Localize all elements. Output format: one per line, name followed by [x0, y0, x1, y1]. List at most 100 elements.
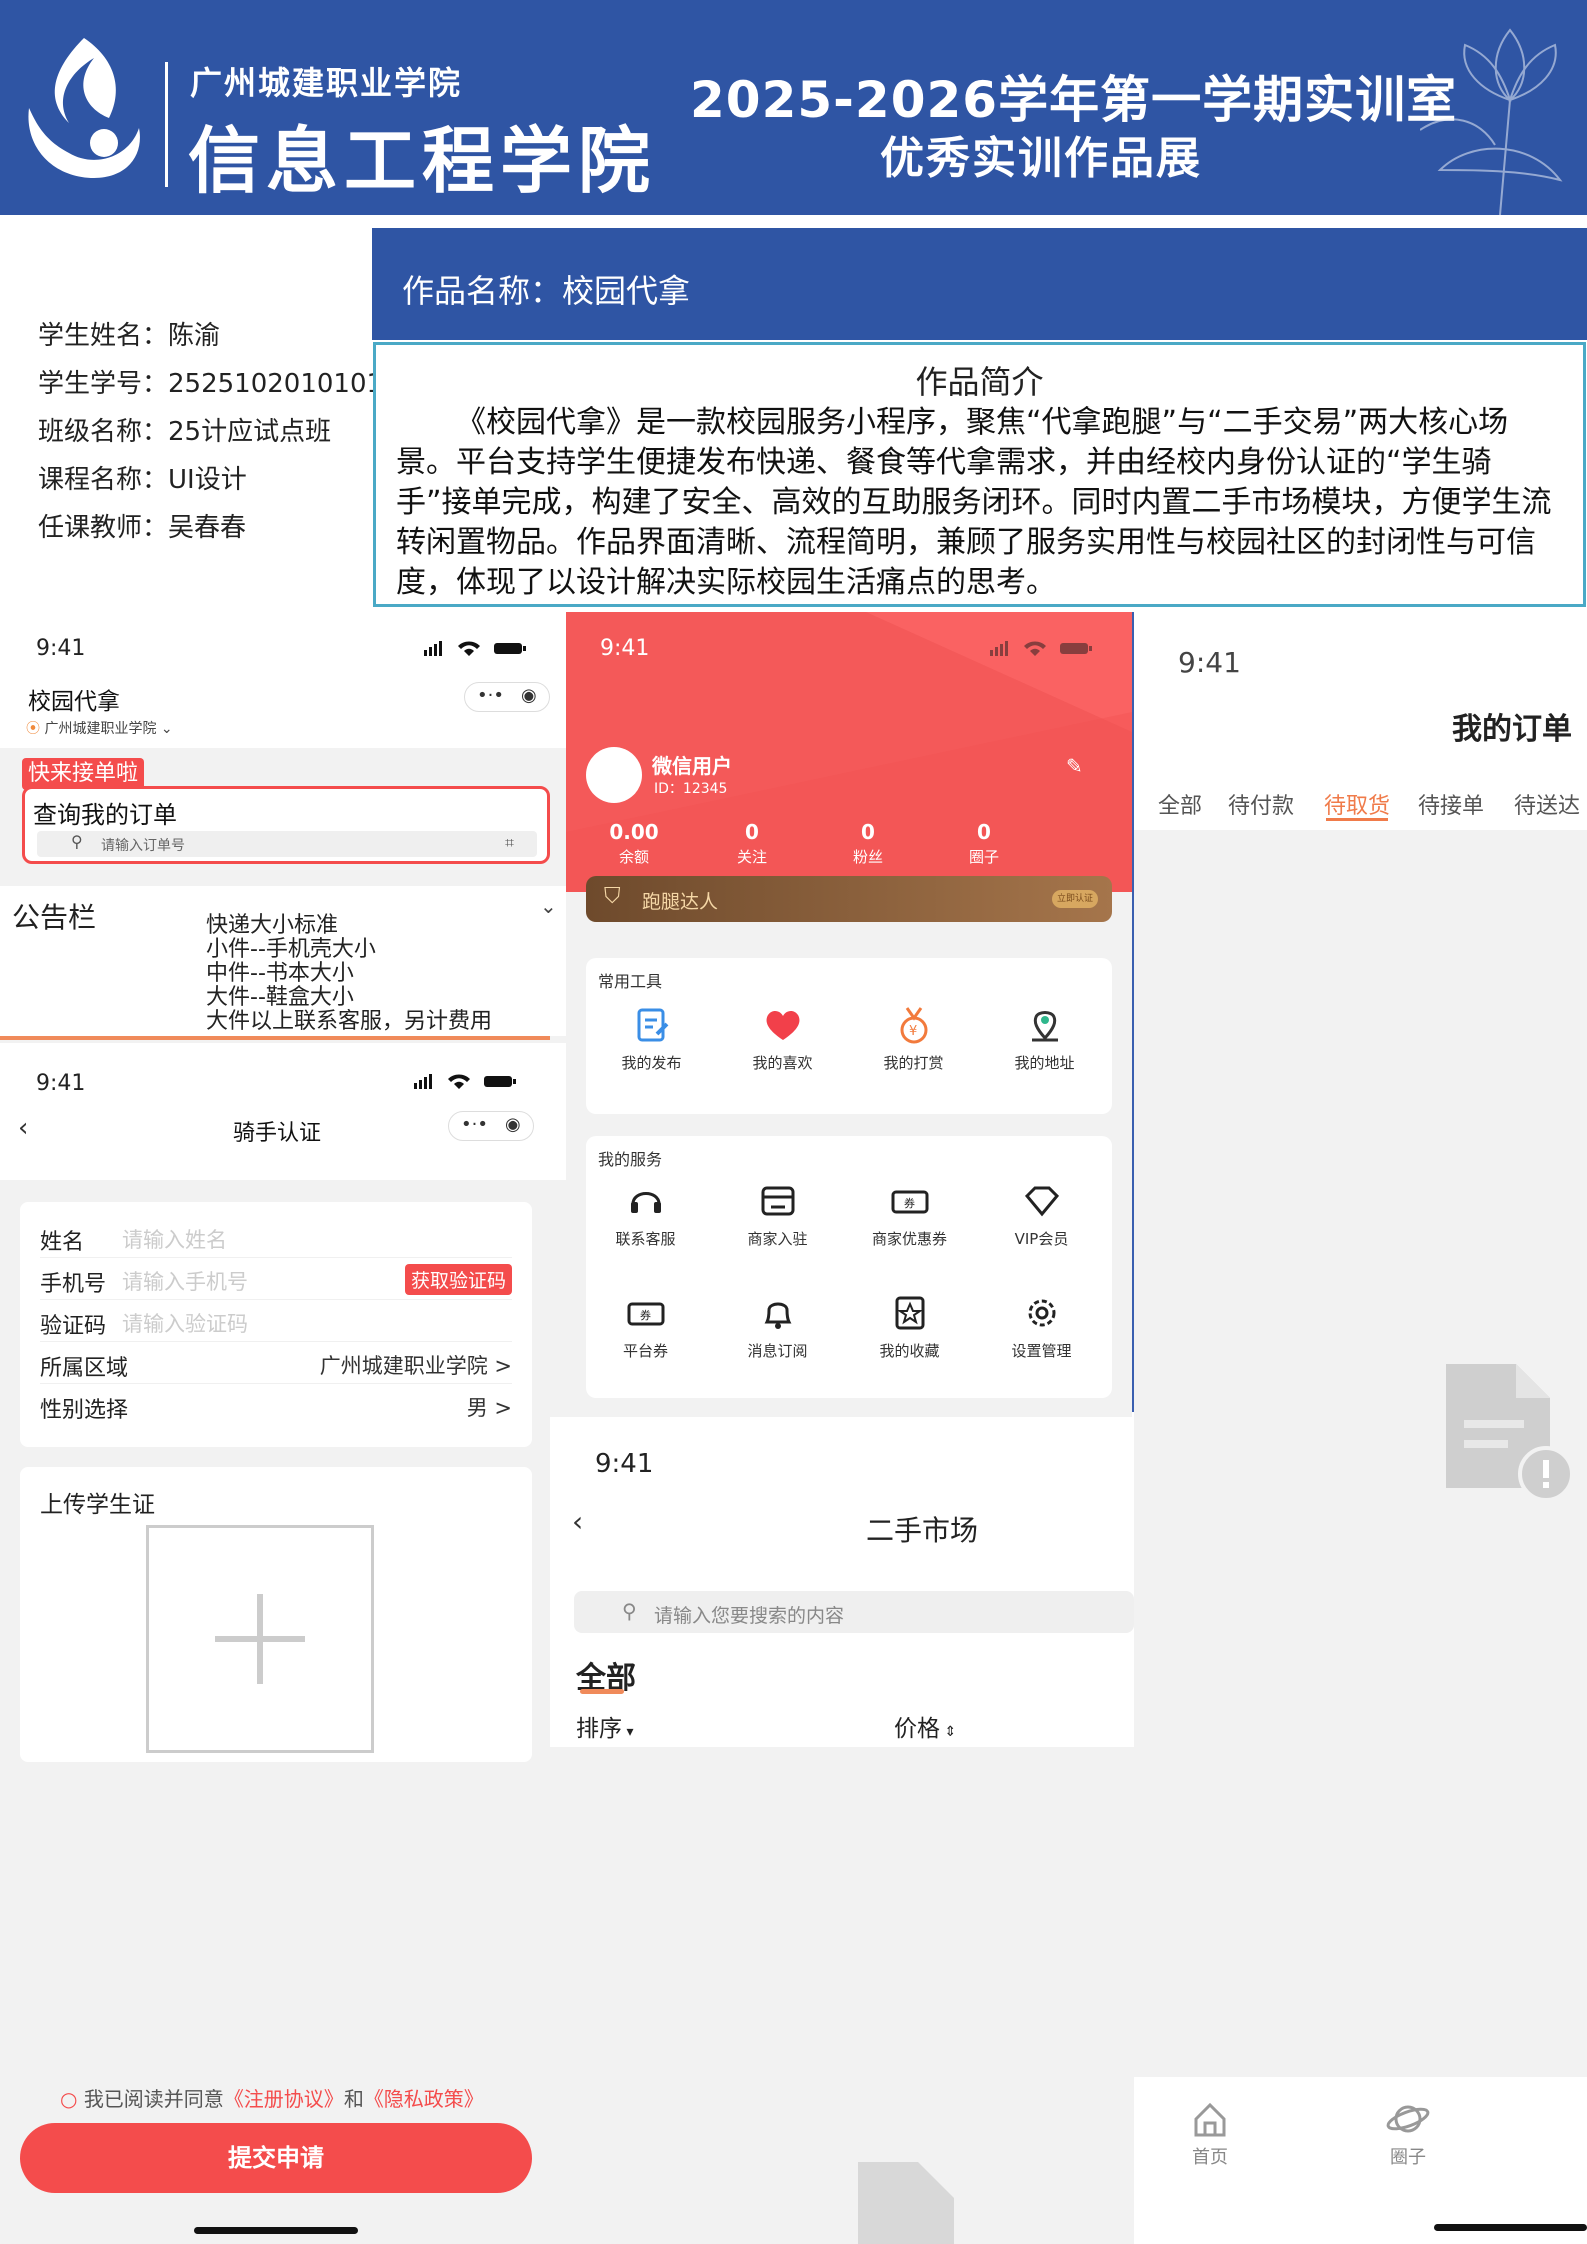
market-screen: 9:41 ‹ 二手市场 ⚲ 请输入您要搜索的内容 全部 排序 ▾ 价格 ⇕ — [550, 1417, 1134, 2244]
scan-icon[interactable]: ⌗ — [505, 833, 514, 853]
status-time: 9:41 — [1178, 646, 1241, 679]
service-label: 联系客服 — [615, 1230, 676, 1248]
notice-line: 大件以上联系客服，另计费用 — [206, 1009, 493, 1034]
location-icon — [1031, 1011, 1058, 1042]
tab-all[interactable]: 全部 — [1158, 788, 1202, 820]
tab-pending-payment[interactable]: 待付款 — [1228, 788, 1294, 820]
following-label: 关注 — [736, 848, 767, 866]
service-vip[interactable]: VIP会员 — [976, 1180, 1107, 1249]
tab-bar: 首页 圈子 — [1134, 2077, 1587, 2244]
notice-title: 公告栏 — [12, 901, 97, 934]
work-title: 作品名称：校园代拿 — [402, 272, 691, 310]
location-selector[interactable]: ⦿ 广州城建职业学院 ⌄ — [26, 718, 173, 738]
agree-radio-icon[interactable]: ○ — [60, 2087, 77, 2111]
name-field[interactable]: 姓名 请输入姓名 — [40, 1216, 512, 1258]
balance-label: 余额 — [618, 848, 649, 866]
tool-label: 我的地址 — [1014, 1054, 1075, 1072]
tool-label: 我的喜欢 — [752, 1054, 813, 1072]
exhibition-subtitle: 优秀实训作品展 — [880, 133, 1202, 184]
avatar[interactable] — [586, 747, 642, 803]
plus-icon — [215, 1594, 305, 1684]
tabbar-label: 圈子 — [1390, 2147, 1426, 2168]
service-merchant-coupon[interactable]: 券 商家优惠券 — [844, 1180, 975, 1249]
region-field[interactable]: 所属区域 广州城建职业学院 > — [40, 1342, 512, 1384]
code-field[interactable]: 验证码 请输入验证码 — [40, 1300, 512, 1342]
sort-label: 排序 — [576, 1716, 622, 1742]
tool-my-address[interactable]: 我的地址 — [979, 1004, 1110, 1073]
status-time: 9:41 — [595, 1449, 654, 1479]
school-name: 广州城建职业学院 — [190, 64, 463, 102]
phone-field[interactable]: 手机号 请输入手机号 获取验证码 — [40, 1258, 512, 1300]
service-label: 我的收藏 — [879, 1342, 940, 1360]
privacy-policy-link[interactable]: 《隐私政策》 — [364, 2087, 484, 2111]
agreement-line[interactable]: ○ 我已阅读并同意《注册协议》和《隐私政策》 — [60, 2083, 484, 2112]
tool-my-likes[interactable]: 我的喜欢 — [717, 1004, 848, 1073]
submit-button[interactable]: 提交申请 — [20, 2123, 532, 2193]
order-query-title: 查询我的订单 — [33, 801, 177, 829]
search-icon: ⚲ — [71, 832, 83, 851]
tab-pending-delivery[interactable]: 待送达 — [1514, 788, 1580, 820]
empty-order-icon — [1446, 1364, 1574, 1502]
logo-divider — [165, 62, 168, 187]
mini-program-capsule[interactable]: •·• ◉ — [448, 1111, 534, 1141]
fans-label: 粉丝 — [852, 848, 883, 866]
store-icon — [761, 1186, 794, 1216]
name-input[interactable]: 请输入姓名 — [122, 1224, 227, 1254]
tabbar-circle[interactable]: 圈子 — [1386, 2099, 1430, 2169]
diamond-icon — [1024, 1186, 1059, 1217]
tab-indicator — [1326, 818, 1388, 821]
gear-icon — [1028, 1299, 1055, 1327]
service-favorites[interactable]: 我的收藏 — [844, 1292, 975, 1361]
sort-dropdown[interactable]: 排序 ▾ — [576, 1709, 633, 1743]
gender-value[interactable]: 男 > — [467, 1392, 512, 1422]
home-indicator — [1434, 2224, 1587, 2231]
tool-label: 我的发布 — [621, 1054, 682, 1072]
status-time: 9:41 — [36, 1071, 86, 1096]
mini-program-capsule[interactable]: •·• ◉ — [464, 682, 550, 712]
service-label: 商家优惠券 — [871, 1230, 947, 1248]
get-code-button[interactable]: 获取验证码 — [404, 1264, 512, 1295]
circle-value: 0 — [977, 820, 991, 844]
user-id: ID：12345 — [654, 781, 728, 797]
notice-line: 大件--鞋盒大小 — [206, 985, 354, 1010]
tab-pending-accept[interactable]: 待接单 — [1418, 788, 1484, 820]
fans-value: 0 — [861, 820, 875, 844]
back-icon[interactable]: ‹ — [18, 1113, 28, 1143]
market-search-input[interactable]: ⚲ 请输入您要搜索的内容 — [574, 1591, 1134, 1633]
order-search-input[interactable]: ⚲ 请输入订单号 ⌗ — [37, 831, 537, 857]
gender-field[interactable]: 性别选择 男 > — [40, 1384, 512, 1426]
search-icon: ⚲ — [622, 1599, 637, 1623]
student-name: 学生姓名：陈渝 — [38, 321, 221, 351]
field-label: 所属区域 — [40, 1356, 129, 1381]
back-icon[interactable]: ‹ — [572, 1505, 583, 1538]
notice-line: 小件--手机壳大小 — [206, 937, 376, 962]
tool-label: 我的打赏 — [883, 1054, 944, 1072]
tab-pending-pickup[interactable]: 待取货 — [1324, 788, 1390, 820]
phone-input[interactable]: 请输入手机号 — [122, 1266, 248, 1296]
service-subscribe[interactable]: 消息订阅 — [712, 1292, 843, 1361]
price-sort[interactable]: 价格 ⇕ — [894, 1709, 956, 1743]
service-platform-coupon[interactable]: 券 平台券 — [580, 1292, 711, 1361]
chevron-down-icon[interactable]: ⌄ — [540, 894, 557, 918]
edit-icon[interactable]: ✎ — [1066, 754, 1083, 778]
code-input[interactable]: 请输入验证码 — [122, 1308, 248, 1338]
tool-my-posts[interactable]: 我的发布 — [586, 1004, 717, 1073]
intro-box: 作品简介 《校园代拿》是一款校园服务小程序，聚焦“代拿跑腿”与“二手交易”两大核… — [373, 342, 1586, 607]
certify-badge[interactable]: 立即认证 — [1052, 890, 1098, 908]
tool-my-tips[interactable]: ¥ 我的打赏 — [848, 1004, 979, 1073]
chevron-down-icon: ⌄ — [160, 721, 173, 737]
orders-header: 9:41 我的订单 全部 待付款 待取货 待接单 待送达 — [1134, 612, 1587, 830]
order-search-placeholder: 请输入订单号 — [101, 838, 185, 854]
region-value[interactable]: 广州城建职业学院 > — [320, 1350, 512, 1380]
service-settings[interactable]: 设置管理 — [976, 1292, 1107, 1361]
service-customer-support[interactable]: 联系客服 — [580, 1180, 711, 1249]
tabbar-home[interactable]: 首页 — [1190, 2099, 1230, 2169]
service-merchant-join[interactable]: 商家入驻 — [712, 1180, 843, 1249]
register-agreement-link[interactable]: 《注册协议》 — [224, 2087, 344, 2111]
runner-badge-bar[interactable]: ⛉ 跑腿达人 立即认证 — [586, 876, 1112, 922]
teacher-name: 任课教师：吴春春 — [38, 513, 247, 543]
tabbar-label: 首页 — [1192, 2147, 1228, 2168]
upload-title: 上传学生证 — [40, 1492, 155, 1518]
intro-text: 《校园代拿》是一款校园服务小程序，聚焦“代拿跑腿”与“二手交易”两大核心场景。平… — [396, 405, 1552, 600]
upload-student-card-button[interactable] — [146, 1525, 374, 1753]
